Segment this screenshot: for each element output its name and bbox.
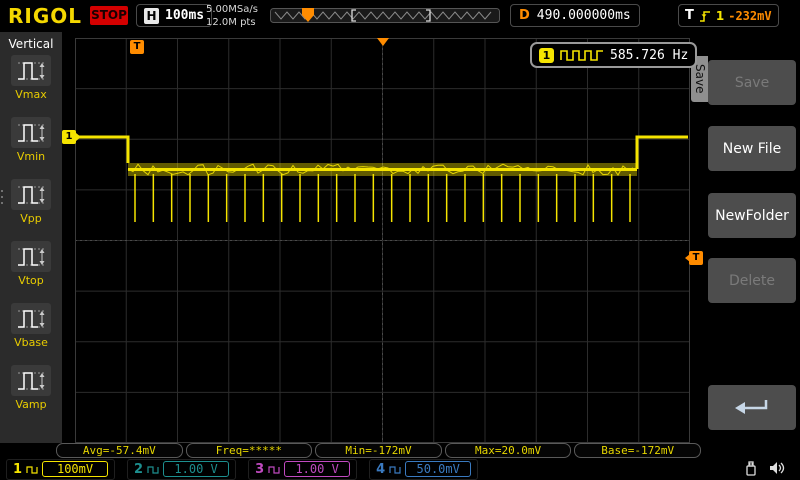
channel-number: 2 [134,461,144,477]
vtop-icon [11,241,51,272]
system-icons [743,460,786,476]
channel-2-status[interactable]: 2 1.00 V [127,458,237,480]
vmin-icon [11,117,51,148]
sidebar-item-vmax[interactable]: Vmax [0,55,62,117]
channel-3-status[interactable]: 3 1.00 V [248,458,358,480]
rigol-logo: RIGOL [8,4,83,28]
memory-depth: 12.0M pts [206,17,256,28]
sidebar-item-label: Vamp [15,398,47,411]
horizontal-delay[interactable]: D 490.000000ms [510,4,640,27]
new-file-button[interactable]: New File [708,126,796,171]
sidebar-item-vtop[interactable]: Vtop [0,241,62,303]
waveform-plot [74,37,691,444]
dc-coupling-icon [389,465,401,474]
channel-number: 4 [376,461,386,477]
trigger-status[interactable]: T 1 -232mV [678,4,779,27]
trigger-level-value: -232mV [728,8,772,23]
trigger-level-marker[interactable]: T [685,251,703,265]
channel-number: 3 [255,461,265,477]
sidebar-title: Vertical [8,37,54,51]
speaker-icon[interactable] [769,460,786,476]
sidebar-item-vmin[interactable]: Vmin [0,117,62,179]
sidebar-item-label: Vpp [20,212,42,225]
sidebar-item-vpp[interactable]: Vpp [0,179,62,241]
delay-icon: D [519,8,530,23]
channel-scale: 100mV [42,461,109,477]
trigger-source: 1 [715,8,725,23]
square-wave-icon [560,49,603,61]
measurement-base: Base=-172mV [574,443,701,458]
dc-coupling-icon [147,465,159,474]
sidebar-item-vamp[interactable]: Vamp [0,365,62,427]
return-arrow-icon [735,399,768,414]
channel-status-bar: 1 100mV 2 1.00 V 3 1.00 V 4 50.0mV [0,458,800,480]
horizontal-timebase[interactable]: H 100ms [136,4,213,27]
counter-value: 585.726 Hz [610,47,689,63]
sidebar-scroll-indicator [1,190,4,204]
waveform-display [74,37,691,444]
sidebar-item-label: Vmin [16,150,46,163]
rising-edge-icon [699,10,710,22]
sidebar-item-label: Vmax [15,88,47,101]
measurement-max: Max=20.0mV [444,443,572,458]
channel-1-status[interactable]: 1 100mV [6,458,116,480]
timebase-value: 100ms [165,8,205,23]
h-icon: H [144,7,159,24]
acquisition-info: 5.00MSa/s 12.0M pts [206,3,258,29]
run-state-badge: STOP [90,6,128,25]
vbase-icon [11,303,51,334]
save-button[interactable]: Save [708,60,796,105]
channel-scale: 1.00 V [284,461,351,477]
channel-4-status[interactable]: 4 50.0mV [369,458,479,480]
new-folder-button[interactable]: NewFolder [708,193,796,238]
measurement-avg: Avg=-57.4mV [56,443,183,458]
usb-icon[interactable] [743,460,759,476]
trigger-position-flag[interactable]: T [130,40,144,54]
sidebar-item-label: Vtop [18,274,44,287]
trigger-position-icon [377,38,389,46]
soft-menu: Save Save New File NewFolder Delete [691,32,800,458]
vpp-icon [11,179,51,210]
delete-button[interactable]: Delete [708,258,796,303]
vamp-icon [11,365,51,396]
vmax-icon [11,55,51,86]
channel-scale: 50.0mV [405,461,472,477]
sidebar-item-vbase[interactable]: Vbase [0,303,62,365]
memory-position-bar[interactable] [270,7,500,24]
dc-coupling-icon [26,465,38,474]
measurement-freq: Freq=***** [185,443,313,458]
counter-channel-badge: 1 [539,47,554,63]
sidebar-item-label: Vbase [14,336,48,349]
channel-number: 1 [13,461,23,477]
trigger-label: T [685,8,694,23]
sample-rate: 5.00MSa/s [206,4,258,15]
back-button[interactable] [708,385,796,430]
top-status-bar: RIGOL STOP H 100ms 5.00MSa/s 12.0M pts D … [0,0,800,32]
measurement-bar: Avg=-57.4mV Freq=***** Min=-172mV Max=20… [56,443,701,458]
frequency-counter: 1 585.726 Hz [530,42,698,68]
oscilloscope-screen: RIGOL STOP H 100ms 5.00MSa/s 12.0M pts D … [0,0,800,480]
measure-sidebar: Vertical Vmax Vmin Vpp Vtop Vbase Vamp [0,32,62,443]
dc-coupling-icon [268,465,280,474]
measurement-min: Min=-172mV [315,443,442,458]
channel-scale: 1.00 V [163,461,230,477]
channel1-level-marker[interactable]: 1 [62,130,81,144]
delay-value: 490.000000ms [536,8,631,23]
